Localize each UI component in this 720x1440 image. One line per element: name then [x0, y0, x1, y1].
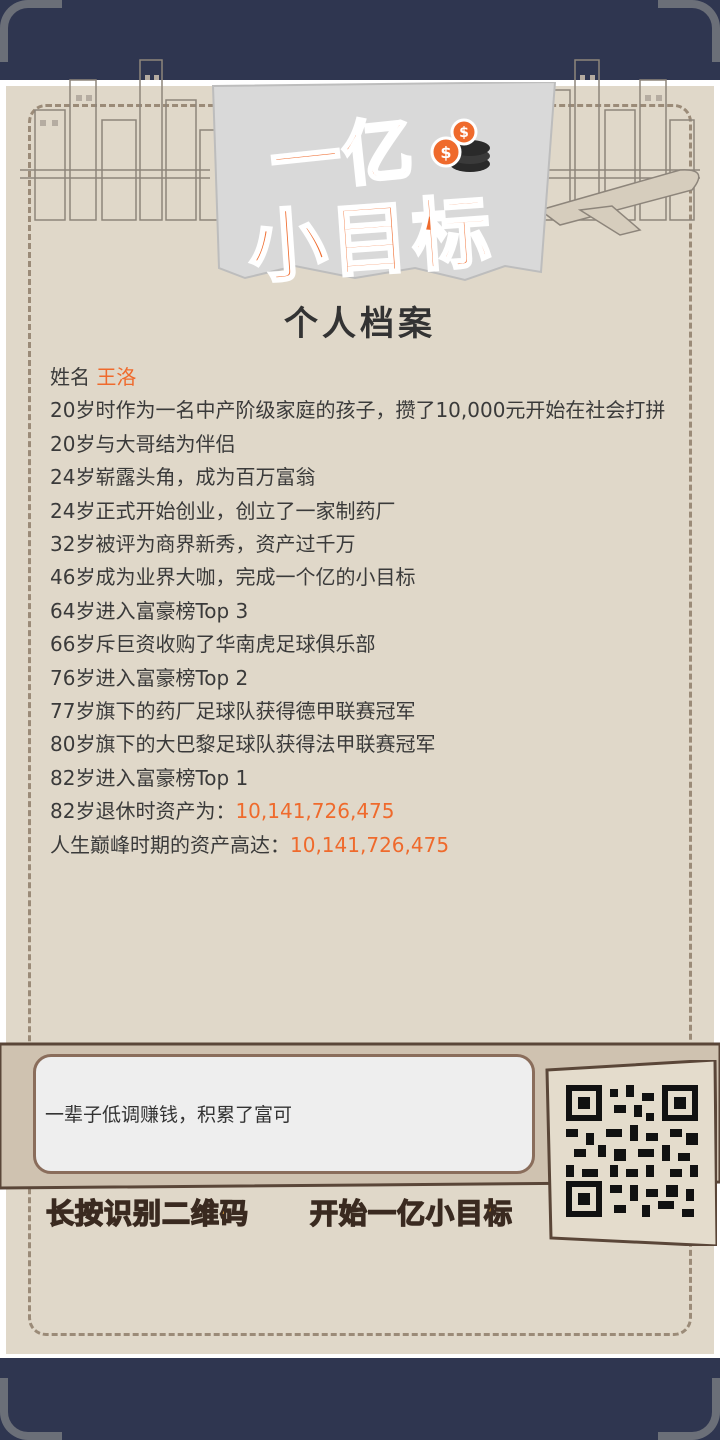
life-event: 64岁进入富豪榜Top 3 — [50, 598, 249, 623]
name-line: 姓名 王洛 — [50, 361, 690, 394]
peak-assets-line: 人生巅峰时期的资产高达：10,141,726,475 — [50, 829, 690, 862]
start-game-hint: 开始一亿小目标 — [309, 1196, 514, 1231]
life-event: 24岁崭露头角，成为百万富翁 — [50, 465, 316, 490]
retire-assets-value: 10,141,726,475 — [235, 799, 395, 824]
qr-code[interactable] — [566, 1085, 698, 1217]
bottom-frame — [0, 1358, 720, 1440]
svg-text:$: $ — [440, 143, 451, 162]
retire-assets-line: 82岁退休时资产为：10,141,726,475 — [50, 795, 690, 828]
life-event: 77岁旗下的药厂足球队获得德甲联赛冠军 — [50, 699, 416, 724]
life-event: 24岁正式开始创业，创立了一家制药厂 — [50, 498, 396, 523]
logo-title-line2: 小目标 — [244, 186, 499, 296]
life-event: 76岁进入富豪榜Top 2 — [50, 665, 249, 690]
name-value: 王洛 — [96, 365, 137, 389]
life-event: 32岁被评为商界新秀，资产过千万 — [50, 532, 356, 557]
scan-qr-hint: 长按识别二维码 — [45, 1196, 250, 1231]
svg-text:$: $ — [459, 125, 469, 141]
life-event: 20岁与大哥结为伴侣 — [50, 431, 236, 456]
life-event: 66岁斥巨资收购了华南虎足球俱乐部 — [50, 632, 376, 657]
life-event: 46岁成为业界大咖，完成一个亿的小目标 — [50, 565, 416, 590]
life-event: 80岁旗下的大巴黎足球队获得法甲联赛冠军 — [50, 732, 436, 757]
frame-corner-bottom-right — [658, 1378, 720, 1440]
retire-assets-label: 82岁退休时资产为： — [50, 799, 236, 824]
profile-bio: 姓名 王洛 20岁时作为一名中产阶级家庭的孩子，攒了10,000元开始在社会打拼… — [50, 361, 690, 862]
comment-text: 一辈子低调赚钱，积累了富可 — [45, 1104, 293, 1126]
coins-icon: $ $ — [430, 118, 490, 172]
peak-assets-value: 10,141,726,475 — [290, 832, 450, 857]
frame-corner-bottom-left — [0, 1378, 62, 1440]
name-label: 姓名 — [50, 365, 90, 389]
life-event: 20岁时作为一名中产阶级家庭的孩子，攒了10,000元开始在社会打拼 — [50, 398, 666, 423]
peak-assets-label: 人生巅峰时期的资产高达： — [50, 832, 290, 857]
life-event: 82岁进入富豪榜Top 1 — [50, 765, 249, 790]
page-title: 个人档案 — [284, 304, 436, 344]
